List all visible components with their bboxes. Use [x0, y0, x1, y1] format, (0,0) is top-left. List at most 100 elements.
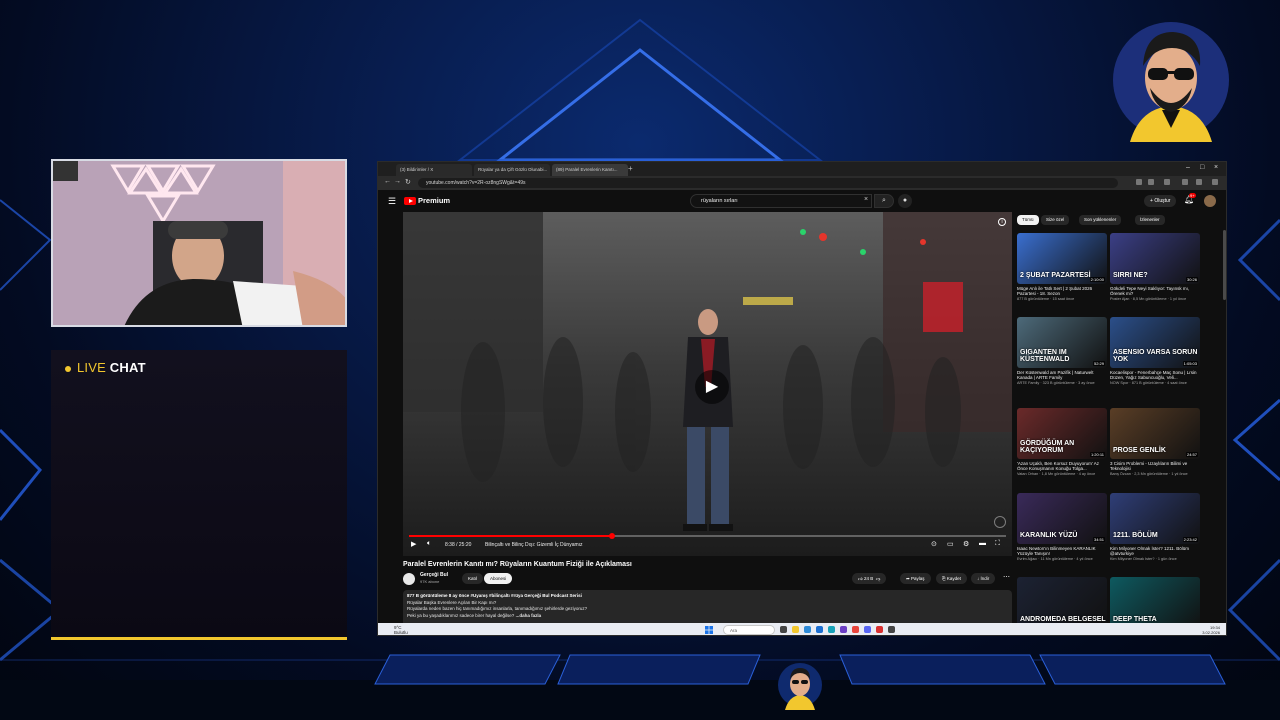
edge-icon[interactable] [804, 626, 811, 633]
subscribe-button[interactable]: Abonesi [484, 573, 513, 584]
new-tab-icon[interactable]: + [628, 164, 633, 173]
obs-icon[interactable] [888, 626, 895, 633]
reload-icon[interactable]: ↻ [405, 178, 411, 186]
info-icon[interactable]: i [998, 218, 1006, 226]
system-clock[interactable]: 19:34 3.02.2026 [1202, 625, 1220, 635]
subtitles-icon[interactable]: ▭ [947, 540, 954, 548]
video-player[interactable]: ▶ i ▶ 🔈︎ 8:38 / 25:20 Bilinçaltı ve Bili… [403, 212, 1012, 556]
settings-gear-icon[interactable]: ⚙ [963, 540, 969, 548]
chip-watched[interactable]: İzlenenler [1135, 215, 1165, 225]
windows-start-icon[interactable] [705, 626, 713, 634]
download-button[interactable]: ↓ İndir [971, 573, 996, 584]
extension-icon[interactable] [1136, 179, 1142, 185]
chapter-title[interactable]: Bilinçaltı ve Bilinç Dışı: Gizemli İç Dü… [485, 542, 583, 548]
bookmark-icon[interactable] [1148, 179, 1154, 185]
recommendation-card[interactable]: KARANLIK YÜZÜ 34:51 Isaac Newton'ın Bilinm… [1017, 493, 1107, 561]
recommendation-card[interactable]: PROSE GENLİK 24:57 3 Cisim Problemi - Uzay… [1110, 408, 1200, 476]
channel-avatar[interactable] [403, 573, 415, 585]
chip-recent[interactable]: Son yüklenenler [1079, 215, 1122, 225]
scrollbar[interactable] [1223, 190, 1226, 623]
play-overlay-icon[interactable]: ▶ [695, 370, 729, 404]
browser-tab[interactable]: (3) Bildirimler / X [396, 164, 472, 176]
recommendation-thumbnail[interactable]: 1211. BÖLÜM 2:23:42 [1110, 493, 1200, 544]
recommendation-title[interactable]: Gökdeli Tepe Neyi Saklıyor: Tayınsk mı, … [1110, 286, 1200, 296]
task-view-icon[interactable] [780, 626, 787, 633]
recommendation-thumbnail[interactable]: KARANLIK YÜZÜ 34:51 [1017, 493, 1107, 544]
recommendation-card[interactable]: 2 ŞUBAT PAZARTESİ 2:10:00 Müge Anlı ile Ta… [1017, 233, 1107, 301]
recommendation-title[interactable]: Kim Milyoner Olmak İster? 1211. Bölüm @a… [1110, 546, 1200, 556]
recommendation-title[interactable]: Kocaelispor - Fenerbahçe Maç Sonu | Lrsi… [1110, 370, 1200, 380]
weather-widget[interactable]: 9°C Bulutlu [394, 625, 408, 635]
url-input[interactable]: youtube.com/watch?v=2R-oz8ngSWg&t=49s [418, 178, 1118, 188]
chip-all[interactable]: Tümü [1017, 215, 1039, 225]
maximize-icon[interactable]: □ [1200, 164, 1204, 171]
recommendation-title[interactable]: Müge Anlı ile Tatlı Sert | 2 Şubat 2026 … [1017, 286, 1107, 296]
recommendation-thumbnail[interactable]: ASENSIO VARSA SORUN YOK 1:05:03 [1110, 317, 1200, 368]
browser-tab-active[interactable]: (89) Paralel Evrenlerin Kanıtı... [552, 164, 628, 176]
recommendation-thumbnail[interactable]: SIRRI NE? 30:26 [1110, 233, 1200, 284]
scrollbar-thumb[interactable] [1223, 230, 1226, 300]
recommendation-card[interactable]: 1211. BÖLÜM 2:23:42 Kim Milyoner Olmak İst… [1110, 493, 1200, 561]
channel-watermark-icon[interactable] [994, 516, 1006, 528]
recommendation-title[interactable]: Der Küstenwald am Pazifik | Naturwelt Ka… [1017, 370, 1107, 380]
recommendation-thumbnail[interactable]: ANDROMEDA BELGESEL [1017, 577, 1107, 628]
microphone-icon[interactable]: ● [898, 194, 912, 208]
volume-icon[interactable]: 🔈︎ [427, 540, 431, 548]
recommendation-thumbnail[interactable]: GIGANTEN IM KÜSTENWALD 52:29 [1017, 317, 1107, 368]
chip-for-you[interactable]: Size özel [1041, 215, 1070, 225]
chrome-icon[interactable] [852, 626, 859, 633]
back-icon[interactable]: ← [384, 178, 391, 185]
profile-icon[interactable] [1196, 179, 1202, 185]
recommendation-card[interactable]: ASENSIO VARSA SORUN YOK 1:05:03 Kocaelispo… [1110, 317, 1200, 385]
channel-name[interactable]: Gerçeği Bul [420, 572, 448, 578]
menu-icon[interactable] [1212, 179, 1218, 185]
recommendation-title[interactable]: Isaac Newton'ın Bilinmeyen KARANLIK Yüzü… [1017, 546, 1107, 556]
recommendation-card[interactable]: DEEP THETA [1110, 577, 1200, 628]
youtube-logo[interactable]: Premium [404, 196, 450, 205]
recommendation-card[interactable]: GIGANTEN IM KÜSTENWALD 52:29 Der Küstenwal… [1017, 317, 1107, 385]
recommendation-thumbnail[interactable]: DEEP THETA [1110, 577, 1200, 628]
download-icon[interactable] [1182, 179, 1188, 185]
app-icon[interactable] [876, 626, 883, 633]
search-input[interactable]: rüyaların sırları [690, 194, 872, 208]
recommendation-meta: Poster Ajan · 8,5 Mn görüntüleme · 1 yıl… [1110, 297, 1187, 301]
browser-tab[interactable]: Rüyalar ya da Çift Gözlü Olunabi... [474, 164, 550, 176]
recommendation-title[interactable]: 3 Cisim Problemi - Uzaylıların Bilimi ve… [1110, 461, 1200, 471]
show-more-link[interactable]: ...daha fazla [516, 613, 542, 618]
progress-bar[interactable] [409, 533, 1006, 539]
recommendation-card[interactable]: GÖRDÜĞÜM AN KAÇIYORUM 1:20:11 'Azan Uçaklı… [1017, 408, 1107, 476]
recommendation-thumbnail[interactable]: PROSE GENLİK 24:57 [1110, 408, 1200, 459]
extension-icon[interactable] [1164, 179, 1170, 185]
play-icon[interactable]: ▶ [411, 540, 416, 548]
recommendation-thumbnail[interactable]: GÖRDÜĞÜM AN KAÇIYORUM 1:20:11 [1017, 408, 1107, 459]
create-button[interactable]: + Oluştur [1144, 195, 1177, 207]
discord-icon[interactable] [864, 626, 871, 633]
theater-mode-icon[interactable]: ▬ [979, 540, 986, 547]
autoplay-toggle-icon[interactable]: ⊙ [931, 540, 937, 548]
user-avatar[interactable] [1204, 195, 1216, 207]
forward-icon[interactable]: → [394, 178, 401, 185]
join-button[interactable]: Katıl [462, 573, 484, 584]
recommendation-title[interactable]: 'Azan Uçaklı, Ben Korsuz Duyuyorum' Az Ö… [1017, 461, 1107, 471]
fullscreen-icon[interactable]: ⛶ [995, 540, 1000, 548]
recommendation-card[interactable]: ANDROMEDA BELGESEL [1017, 577, 1107, 628]
recommendation-card[interactable]: SIRRI NE? 30:26 Gökdeli Tepe Neyi Saklıyor… [1110, 233, 1200, 301]
store-icon[interactable] [816, 626, 823, 633]
video-duration: 30:26 [1185, 277, 1198, 282]
clear-search-icon[interactable]: × [864, 196, 868, 203]
recommendation-thumbnail[interactable]: 2 ŞUBAT PAZARTESİ 2:10:00 [1017, 233, 1107, 284]
more-actions-icon[interactable]: ⋯ [1003, 573, 1010, 581]
close-icon[interactable]: × [1214, 164, 1218, 171]
search-button[interactable]: ⌕ [874, 194, 894, 208]
app-icon[interactable] [840, 626, 847, 633]
like-button[interactable]: 👍︎ 24 B 👎︎ [852, 573, 887, 584]
share-button[interactable]: ➦ Paylaş [900, 573, 931, 584]
hamburger-menu-icon[interactable]: ☰ [388, 196, 396, 207]
minimize-icon[interactable]: – [1186, 164, 1190, 171]
app-icon[interactable] [828, 626, 835, 633]
browser-window: (3) Bildirimler / X Rüyalar ya da Çift G… [377, 161, 1227, 636]
file-explorer-icon[interactable] [792, 626, 799, 633]
progress-scrubber[interactable] [608, 533, 615, 539]
save-button[interactable]: ⎘ Kaydet [936, 573, 967, 584]
taskbar-search-input[interactable]: Ara [723, 625, 775, 635]
